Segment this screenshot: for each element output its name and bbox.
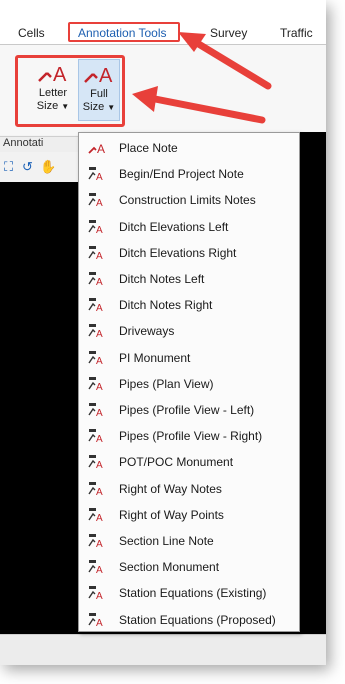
menu-item-label: Station Equations (Existing): [119, 586, 267, 601]
menu-item-label: Ditch Notes Left: [119, 272, 205, 286]
menu-item[interactable]: A Place Note: [79, 135, 299, 161]
menu-item[interactable]: A Right of Way Points: [79, 502, 299, 528]
view-toolbar: ⛶ ↺ ✋: [0, 152, 78, 182]
section-monument-icon: A: [88, 559, 104, 576]
driveways-icon: A: [88, 323, 104, 340]
svg-text:A: A: [96, 329, 103, 339]
station-eq-existing-icon: A: [88, 585, 104, 602]
svg-text:A: A: [96, 382, 103, 392]
menu-item-label: Ditch Elevations Left: [119, 219, 229, 234]
menu-item[interactable]: A Station Equations (Existing): [79, 580, 299, 606]
menu-item-label: Right of Way Notes: [119, 481, 222, 496]
pipes-plan-icon: A: [88, 376, 104, 393]
menu-item-label: Station Equations (Proposed): [119, 612, 276, 627]
pipes-profile-left-icon: A: [88, 402, 104, 419]
svg-text:A: A: [96, 277, 103, 287]
ribbon-callout-arrow: [132, 86, 266, 124]
svg-text:A: A: [96, 513, 103, 523]
construction-limits-icon: A: [88, 192, 104, 209]
pan-hand-icon[interactable]: ✋: [40, 160, 56, 174]
svg-text:A: A: [96, 225, 103, 235]
menu-item[interactable]: A Driveways: [79, 318, 299, 344]
status-bar: [0, 634, 326, 665]
tab-traffic[interactable]: Traffic: [280, 26, 313, 40]
svg-text:A: A: [97, 142, 105, 156]
menu-item[interactable]: A Section Monument: [79, 554, 299, 580]
menu-item-label: Driveways: [119, 324, 175, 339]
menu-item-label: POT/POC Monument: [119, 455, 234, 470]
menu-item-label: Begin/End Project Note: [119, 167, 244, 182]
menu-item[interactable]: A Ditch Notes Right: [79, 292, 299, 318]
svg-text:A: A: [96, 539, 103, 549]
fit-view-icon[interactable]: ⛶: [4, 160, 18, 174]
section-line-note-icon: A: [88, 533, 104, 550]
tab-cells[interactable]: Cells: [18, 26, 45, 40]
menu-item-label: Place Note: [119, 141, 178, 155]
ditch-elevations-left-icon: A: [88, 219, 104, 236]
menu-item-label: Section Line Note: [119, 534, 214, 548]
menu-item-label: Construction Limits Notes: [119, 193, 256, 208]
menu-item[interactable]: A Ditch Notes Left: [79, 266, 299, 292]
svg-text:A: A: [96, 356, 103, 366]
menu-item-label: Pipes (Profile View - Right): [119, 429, 263, 444]
svg-text:A: A: [96, 198, 103, 208]
row-notes-icon: A: [88, 481, 104, 498]
ribbon-group-label: Annotati: [0, 136, 81, 153]
full-size-dropdown-menu: A Place Note A Begin/End Project Note A Const…: [78, 132, 300, 632]
menu-item-label: Section Monument: [119, 560, 220, 575]
rotate-view-icon[interactable]: ↺: [22, 160, 36, 174]
svg-text:A: A: [96, 172, 103, 182]
svg-text:A: A: [96, 251, 103, 261]
station-eq-proposed-icon: A: [88, 612, 104, 629]
menu-item[interactable]: A Ditch Elevations Right: [79, 240, 299, 266]
menu-item-label: Ditch Notes Right: [119, 298, 213, 313]
row-points-icon: A: [88, 507, 104, 524]
menu-item-label: Pipes (Plan View): [119, 376, 214, 391]
menu-item[interactable]: A Ditch Elevations Left: [79, 214, 299, 240]
place-note-icon: A: [88, 140, 105, 156]
menu-item[interactable]: A Right of Way Notes: [79, 476, 299, 502]
menu-item[interactable]: A Pipes (Profile View - Left): [79, 397, 299, 423]
menu-item-label: Ditch Elevations Right: [119, 245, 237, 260]
menu-item[interactable]: A Pipes (Plan View): [79, 371, 299, 397]
ribbon-callout-box: [15, 55, 125, 127]
menu-item-label: Right of Way Points: [119, 507, 224, 522]
pipes-profile-right-icon: A: [88, 428, 104, 445]
menu-item[interactable]: A Construction Limits Notes: [79, 187, 299, 213]
svg-text:A: A: [96, 408, 103, 418]
project-note-icon: A: [88, 166, 104, 183]
tab-callout-box: [68, 22, 180, 42]
menu-item[interactable]: A Section Line Note: [79, 528, 299, 554]
svg-text:A: A: [96, 460, 103, 470]
menu-item[interactable]: A POT/POC Monument: [79, 449, 299, 475]
svg-text:A: A: [96, 618, 103, 628]
svg-text:A: A: [96, 591, 103, 601]
svg-text:A: A: [96, 565, 103, 575]
svg-text:A: A: [96, 434, 103, 444]
menu-item-label: Pipes (Profile View - Left): [119, 403, 255, 417]
ditch-notes-left-icon: A: [88, 271, 104, 288]
menu-item-label: PI Monument: [119, 350, 191, 365]
pot-poc-monument-icon: A: [88, 454, 104, 471]
svg-text:A: A: [96, 487, 103, 497]
menu-item[interactable]: A Pipes (Profile View - Right): [79, 423, 299, 449]
svg-text:A: A: [96, 303, 103, 313]
pi-monument-icon: A: [88, 350, 104, 367]
menu-item[interactable]: A Begin/End Project Note: [79, 161, 299, 187]
menu-item[interactable]: A Station Equations (Proposed): [79, 607, 299, 633]
view-canvas-edge: [300, 132, 326, 182]
menu-item[interactable]: A PI Monument: [79, 345, 299, 371]
ditch-notes-right-icon: A: [88, 297, 104, 314]
ditch-elevations-right-icon: A: [88, 245, 104, 262]
